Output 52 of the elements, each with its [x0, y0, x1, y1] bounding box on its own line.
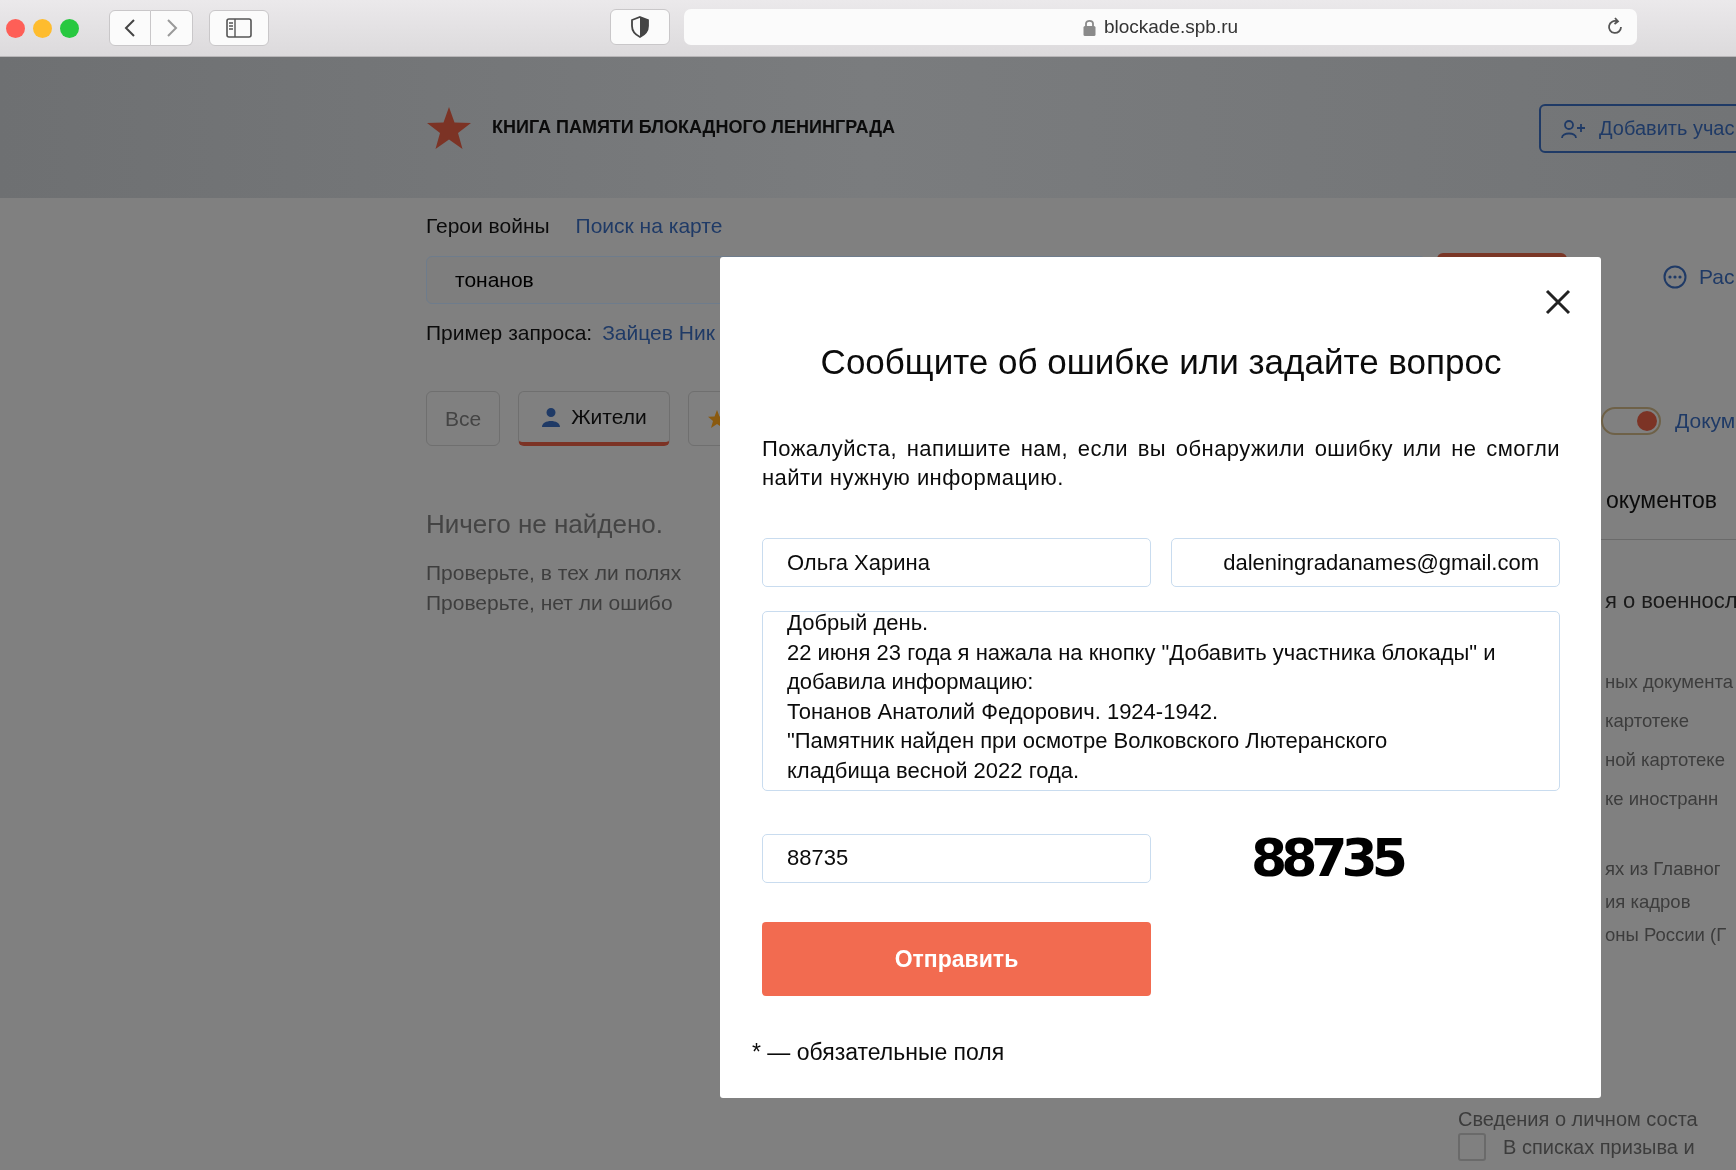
example-link[interactable]: Зайцев Ник — [602, 321, 715, 345]
filter-option[interactable]: ной картотеке — [1605, 740, 1725, 779]
filter-option[interactable]: ях из Главног — [1605, 852, 1721, 885]
add-person-icon — [1561, 118, 1587, 139]
address-bar[interactable]: blockade.spb.ru — [684, 9, 1637, 45]
back-button[interactable] — [109, 10, 151, 46]
extended-search-link[interactable]: Рас — [1699, 265, 1735, 289]
site-title: КНИГА ПАМЯТИ БЛОКАДНОГО ЛЕНИНГРАДА — [492, 117, 896, 138]
captcha-field[interactable]: 88735 — [762, 833, 1151, 883]
privacy-button[interactable] — [610, 9, 670, 45]
zoom-window-button[interactable] — [60, 18, 79, 38]
submit-button[interactable]: Отправить — [762, 922, 1151, 996]
star-logo-icon — [426, 105, 472, 150]
sidebar-icon — [226, 18, 252, 38]
filter-tab[interactable]: Жители — [518, 391, 670, 446]
intro-text: Пожалуйста, напишите нам, если вы обнаружили ошибку или не смогли найти нужную информацию. — [762, 435, 1560, 492]
filter-option[interactable]: картотеке — [1605, 701, 1689, 740]
checkbox-label: В списках призыва и — [1503, 1135, 1695, 1159]
filter-option[interactable]: ия кадров — [1605, 885, 1691, 918]
email-field[interactable]: daleningradanames@gmail.com — [1171, 538, 1560, 587]
section-heading: Сведения о личном соста — [1458, 1108, 1698, 1131]
name-field[interactable]: Ольга Харина — [762, 538, 1151, 587]
panel-heading: окументов — [1606, 487, 1717, 513]
more-icon — [1663, 265, 1687, 289]
captcha-image: 88735 — [1250, 827, 1404, 889]
filter-option[interactable]: ке иностранн — [1605, 779, 1719, 818]
add-participant-button[interactable]: Добавить учас — [1539, 104, 1736, 153]
filter-option[interactable]: ных документа — [1605, 662, 1734, 701]
close-window-button[interactable] — [6, 18, 25, 38]
filter-option[interactable]: оны России (Г — [1605, 918, 1727, 951]
example-label: Пример запроса: — [426, 321, 593, 345]
sidebar-button[interactable] — [209, 10, 269, 46]
lock-icon — [1082, 18, 1096, 36]
section-heading: я о военносл — [1605, 588, 1736, 614]
toggle-label: Докум — [1675, 409, 1736, 433]
map-search-link[interactable]: Поиск на карте — [575, 214, 723, 238]
hint-text: Проверьте, нет ли ошибо — [426, 590, 674, 616]
close-icon[interactable] — [1545, 289, 1571, 315]
required-fields-note: * — обязательные поля — [752, 1039, 1006, 1066]
message-field[interactable]: Добрый день. 22 июня 23 года я нажала на кнопку "Добавить участника блокады" и добавила информацию: Тонанов Анатолий Федорович. 1924-1942. "Памятник найден при осмотре Волковского Лютеранского кладбища весной 2022 года. — [762, 611, 1560, 791]
minimize-window-button[interactable] — [33, 18, 52, 38]
person-icon — [541, 407, 562, 427]
chevron-left-icon — [124, 18, 136, 38]
filter-tab[interactable]: Все — [426, 391, 501, 446]
hint-text: Проверьте, в тех ли полях — [426, 560, 682, 586]
section-title: Герои войны — [426, 214, 550, 238]
url-text: blockade.spb.ru — [1103, 16, 1239, 38]
no-results-title: Ничего не найдено. — [426, 509, 663, 540]
reload-icon[interactable] — [1605, 17, 1625, 37]
dialog-title: Сообщите об ошибке или задайте вопрос — [819, 341, 1503, 383]
shield-icon — [630, 16, 650, 38]
chevron-right-icon — [165, 18, 178, 38]
